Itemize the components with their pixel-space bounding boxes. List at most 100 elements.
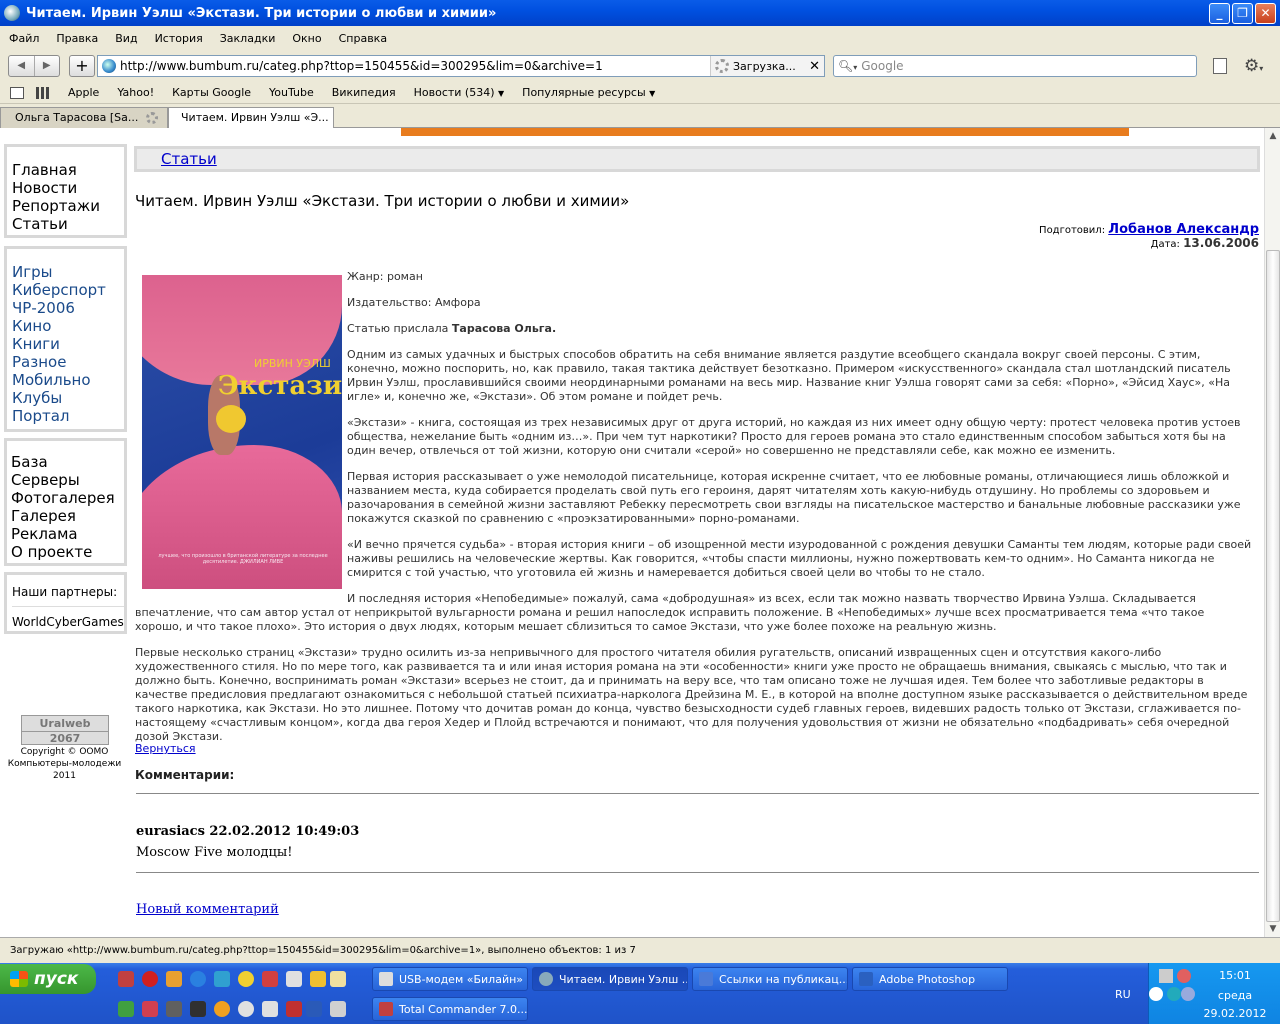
tray-arrow-icon[interactable] xyxy=(1149,987,1163,1001)
forward-arrow-icon[interactable]: ▶ xyxy=(35,56,60,76)
sidebar-item-home[interactable]: Главная xyxy=(12,161,124,179)
sidebar-item-news[interactable]: Новости xyxy=(12,179,124,197)
clock-icon[interactable] xyxy=(214,1001,230,1017)
grid-icon[interactable] xyxy=(36,86,50,99)
quicklaunch-icon[interactable] xyxy=(190,1001,206,1017)
scroll-thumb[interactable] xyxy=(1266,250,1280,922)
tray-icon[interactable] xyxy=(1167,987,1181,1001)
sidebar-item-servers[interactable]: Серверы xyxy=(11,471,124,489)
quicklaunch-icon[interactable] xyxy=(166,971,182,987)
sidebar-item-reports[interactable]: Репортажи xyxy=(12,197,124,215)
menu-edit[interactable]: Правка xyxy=(47,32,106,45)
tab-olga[interactable]: Ольга Тарасова [Sa... xyxy=(0,107,168,128)
uralweb-counter[interactable]: Uralweb 2067 xyxy=(21,715,109,745)
task-browser[interactable]: Читаем. Ирвин Уэлш ... xyxy=(532,967,688,991)
sidebar-item-clubs[interactable]: Клубы xyxy=(12,389,124,407)
new-tab-plus-icon[interactable]: + xyxy=(69,55,95,77)
bookmark-yahoo[interactable]: Yahoo! xyxy=(107,86,162,99)
bookmark-news[interactable]: Новости (534) ▼ xyxy=(404,86,513,99)
chevron-down-icon: ▼ xyxy=(498,89,505,98)
ie-icon[interactable] xyxy=(190,971,206,987)
sidebar-item-ads[interactable]: Реклама xyxy=(11,525,124,543)
sidebar-item-games[interactable]: Игры xyxy=(12,263,124,281)
title-bar: Читаем. Ирвин Уэлш «Экстази. Три истории… xyxy=(0,0,1280,26)
start-button[interactable]: пуск xyxy=(0,964,96,994)
sidebar-item-about[interactable]: О проекте xyxy=(11,543,124,561)
bookmark-google-maps[interactable]: Карты Google xyxy=(162,86,259,99)
back-arrow-icon[interactable]: ◀ xyxy=(9,56,35,76)
sidebar-item-misc[interactable]: Разное xyxy=(12,353,124,371)
menu-history[interactable]: История xyxy=(146,32,211,45)
spinner-icon xyxy=(146,112,159,124)
article-byline: Подготовил: Лобанов Александр Дата: 13.0… xyxy=(900,222,1259,251)
bookmark-youtube[interactable]: YouTube xyxy=(259,86,322,99)
bookmark-apple[interactable]: Apple xyxy=(58,86,107,99)
pdf-icon[interactable] xyxy=(286,1001,302,1017)
task-total-commander[interactable]: Total Commander 7.0... xyxy=(372,997,528,1021)
quicklaunch-icon[interactable] xyxy=(262,1001,278,1017)
minimize-button[interactable]: _ xyxy=(1209,2,1230,24)
chevron-down-icon: ▼ xyxy=(649,89,656,98)
quicklaunch-icon[interactable] xyxy=(238,1001,254,1017)
sidebar-item-base[interactable]: База xyxy=(11,453,124,471)
sidebar-item-articles[interactable]: Статьи xyxy=(12,215,124,233)
quicklaunch-icon[interactable] xyxy=(118,971,134,987)
new-comment-link[interactable]: Новый комментарий xyxy=(136,902,279,917)
quicklaunch-icon[interactable] xyxy=(142,1001,158,1017)
page-menu-icon[interactable] xyxy=(1213,58,1227,74)
quicklaunch-icon[interactable] xyxy=(142,971,158,987)
stop-icon[interactable]: ✕ xyxy=(809,59,820,74)
url-input[interactable]: http://www.bumbum.ru/categ.php?ttop=1504… xyxy=(120,59,710,73)
paragraph: Первые несколько страниц «Экстази» трудн… xyxy=(135,646,1248,743)
quicklaunch-icon[interactable] xyxy=(286,971,302,987)
sidebar-item-portal[interactable]: Портал xyxy=(12,407,124,425)
network-icon[interactable] xyxy=(1159,969,1173,983)
excel-icon[interactable] xyxy=(118,1001,134,1017)
cover-blurb: лучшее, что произошло в британской литер… xyxy=(158,553,328,565)
address-bar[interactable]: http://www.bumbum.ru/categ.php?ttop=1504… xyxy=(97,55,825,77)
maximize-button[interactable]: ❐ xyxy=(1232,2,1253,24)
task-word-doc[interactable]: Ссылки на публикац... xyxy=(692,967,848,991)
sidebar-item-cybersport[interactable]: Киберспорт xyxy=(12,281,124,299)
tab-article[interactable]: Читаем. Ирвин Уэлш «Э... xyxy=(168,107,334,129)
section-link[interactable]: Статьи xyxy=(161,150,217,168)
bookmark-popular[interactable]: Популярные ресурсы ▼ xyxy=(512,86,663,99)
quicklaunch-icon[interactable] xyxy=(330,1001,346,1017)
menu-help[interactable]: Справка xyxy=(330,32,395,45)
book-cover-image: ИРВИН УЭЛШ Экстази лучшее, что произошло… xyxy=(142,275,342,589)
sidebar-item-photogallery[interactable]: Фотогалерея xyxy=(11,489,124,507)
scroll-up-icon[interactable]: ▲ xyxy=(1265,128,1280,144)
gear-icon[interactable]: ⚙▾ xyxy=(1244,56,1263,76)
back-link[interactable]: Вернуться xyxy=(135,742,196,755)
quicklaunch-icon[interactable] xyxy=(330,971,346,987)
word-icon[interactable] xyxy=(306,1001,322,1017)
date-label: Дата: xyxy=(1150,239,1180,250)
menu-file[interactable]: Файл xyxy=(0,32,47,45)
quicklaunch-icon[interactable] xyxy=(262,971,278,987)
search-field[interactable]: 🔍︎▾ Google xyxy=(833,55,1197,77)
menu-bookmarks[interactable]: Закладки xyxy=(211,32,284,45)
bookmark-wikipedia[interactable]: Википедия xyxy=(322,86,404,99)
book-icon[interactable] xyxy=(10,86,24,99)
sidebar-item-mobile[interactable]: Мобильно xyxy=(12,371,124,389)
vertical-scrollbar[interactable]: ▲ ▼ xyxy=(1264,128,1280,937)
partner-link[interactable]: WorldCyberGames xyxy=(12,607,124,633)
sidebar-item-chr2006[interactable]: ЧР-2006 xyxy=(12,299,124,317)
scroll-down-icon[interactable]: ▼ xyxy=(1265,921,1280,937)
sidebar-item-gallery[interactable]: Галерея xyxy=(11,507,124,525)
windows-flag-icon xyxy=(10,971,28,987)
close-button[interactable]: ✕ xyxy=(1255,2,1276,24)
quicklaunch-icon[interactable] xyxy=(310,971,326,987)
task-usb-modem[interactable]: USB-модем «Билайн» xyxy=(372,967,528,991)
sidebar-item-cinema[interactable]: Кино xyxy=(12,317,124,335)
clock-day: среда xyxy=(1217,989,1253,1002)
sidebar-item-books[interactable]: Книги xyxy=(12,335,124,353)
language-indicator[interactable]: RU xyxy=(1115,988,1131,1001)
menu-window[interactable]: Окно xyxy=(283,32,329,45)
lightroom-icon[interactable] xyxy=(166,1001,182,1017)
menu-view[interactable]: Вид xyxy=(106,32,145,45)
quicklaunch-icon[interactable] xyxy=(214,971,230,987)
task-photoshop[interactable]: Adobe Photoshop xyxy=(852,967,1008,991)
author-link[interactable]: Лобанов Александр xyxy=(1108,222,1259,237)
quicklaunch-icon[interactable] xyxy=(238,971,254,987)
